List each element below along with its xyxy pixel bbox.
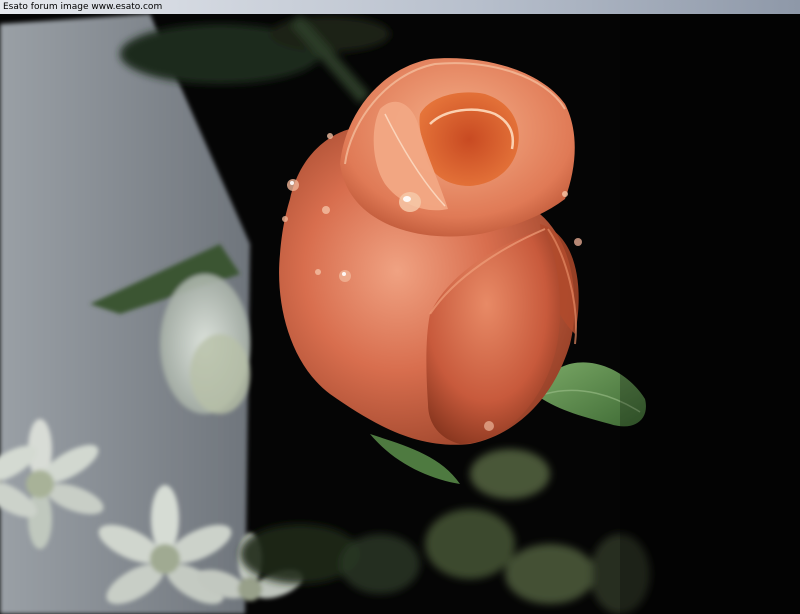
watermark-text: Esato forum image www.esato.com bbox=[3, 2, 163, 12]
photo-frame: Esato forum image www.esato.com bbox=[0, 0, 800, 614]
watermark-bar: Esato forum image www.esato.com bbox=[0, 0, 800, 14]
photo-scene bbox=[0, 14, 800, 614]
